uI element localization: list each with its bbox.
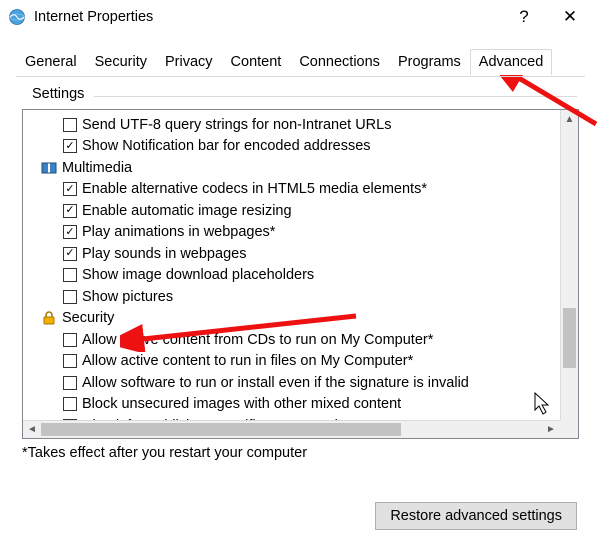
setting-item[interactable]: Play sounds in webpages: [41, 243, 560, 265]
scroll-right-icon[interactable]: ►: [542, 424, 560, 435]
setting-item[interactable]: Block unsecured images with other mixed …: [41, 394, 560, 416]
vertical-scrollbar[interactable]: ▲ ▼: [560, 110, 578, 438]
checkbox[interactable]: [63, 182, 77, 196]
category-multimedia: Multimedia: [41, 157, 560, 179]
tab-programs[interactable]: Programs: [389, 49, 470, 75]
setting-label: Play animations in webpages*: [82, 224, 275, 240]
setting-label: Allow software to run or install even if…: [82, 375, 469, 391]
scroll-left-icon[interactable]: ◄: [23, 424, 41, 435]
checkbox[interactable]: [63, 225, 77, 239]
checkbox[interactable]: [63, 290, 77, 304]
setting-item[interactable]: Show image download placeholders: [41, 265, 560, 287]
setting-label: Allow active content to run in files on …: [82, 353, 413, 369]
footnote: *Takes effect after you restart your com…: [22, 445, 579, 461]
multimedia-icon: [41, 160, 57, 176]
checkbox[interactable]: [63, 139, 77, 153]
tab-content[interactable]: Content: [222, 49, 291, 75]
scroll-up-icon[interactable]: ▲: [561, 110, 578, 128]
setting-item[interactable]: Enable automatic image resizing: [41, 200, 560, 222]
setting-item[interactable]: Allow software to run or install even if…: [41, 372, 560, 394]
setting-label: Enable alternative codecs in HTML5 media…: [82, 181, 427, 197]
category-label: Security: [62, 310, 114, 326]
setting-label: Block unsecured images with other mixed …: [82, 396, 401, 412]
horizontal-scrollbar[interactable]: ◄ ►: [23, 420, 560, 438]
setting-label: Play sounds in webpages: [82, 246, 246, 262]
setting-item[interactable]: Play animations in webpages*: [41, 222, 560, 244]
checkbox[interactable]: [63, 204, 77, 218]
close-button[interactable]: ✕: [547, 7, 593, 27]
tab-privacy[interactable]: Privacy: [156, 49, 222, 75]
category-label: Multimedia: [62, 160, 132, 176]
tab-general[interactable]: General: [16, 49, 86, 75]
setting-label: Allow active content from CDs to run on …: [82, 332, 433, 348]
setting-item[interactable]: Show pictures: [41, 286, 560, 308]
setting-item[interactable]: Enable alternative codecs in HTML5 media…: [41, 179, 560, 201]
globe-icon: [8, 8, 26, 26]
settings-group: Settings Send UTF-8 query strings for no…: [22, 96, 579, 461]
tab-advanced[interactable]: Advanced: [470, 49, 553, 75]
settings-listbox[interactable]: Send UTF-8 query strings for non-Intrane…: [22, 109, 579, 439]
checkbox[interactable]: [63, 397, 77, 411]
setting-label: Show pictures: [82, 289, 173, 305]
restore-advanced-settings-button[interactable]: Restore advanced settings: [375, 502, 577, 530]
checkbox[interactable]: [63, 333, 77, 347]
setting-item[interactable]: Allow active content to run in files on …: [41, 351, 560, 373]
setting-label: Show image download placeholders: [82, 267, 314, 283]
category-security: Security: [41, 308, 560, 330]
scroll-thumb-vertical[interactable]: [563, 308, 576, 368]
checkbox[interactable]: [63, 354, 77, 368]
group-label: Settings: [28, 86, 88, 102]
setting-label: Show Notification bar for encoded addres…: [82, 138, 371, 154]
setting-label: Send UTF-8 query strings for non-Intrane…: [82, 117, 391, 133]
security-icon: [41, 310, 57, 326]
title-bar: Internet Properties ? ✕: [0, 0, 601, 34]
tab-strip: General Security Privacy Content Connect…: [0, 34, 601, 74]
checkbox[interactable]: [63, 247, 77, 261]
checkbox[interactable]: [63, 118, 77, 132]
setting-item[interactable]: Show Notification bar for encoded addres…: [41, 136, 560, 158]
tab-security[interactable]: Security: [86, 49, 156, 75]
setting-label: Enable automatic image resizing: [82, 203, 292, 219]
checkbox[interactable]: [63, 376, 77, 390]
window-title: Internet Properties: [34, 9, 153, 25]
setting-item[interactable]: Send UTF-8 query strings for non-Intrane…: [41, 114, 560, 136]
scroll-corner: [560, 420, 578, 438]
scroll-thumb-horizontal[interactable]: [41, 423, 401, 436]
help-button[interactable]: ?: [501, 7, 547, 27]
setting-item[interactable]: Allow active content from CDs to run on …: [41, 329, 560, 351]
checkbox[interactable]: [63, 268, 77, 282]
tab-connections[interactable]: Connections: [290, 49, 389, 75]
